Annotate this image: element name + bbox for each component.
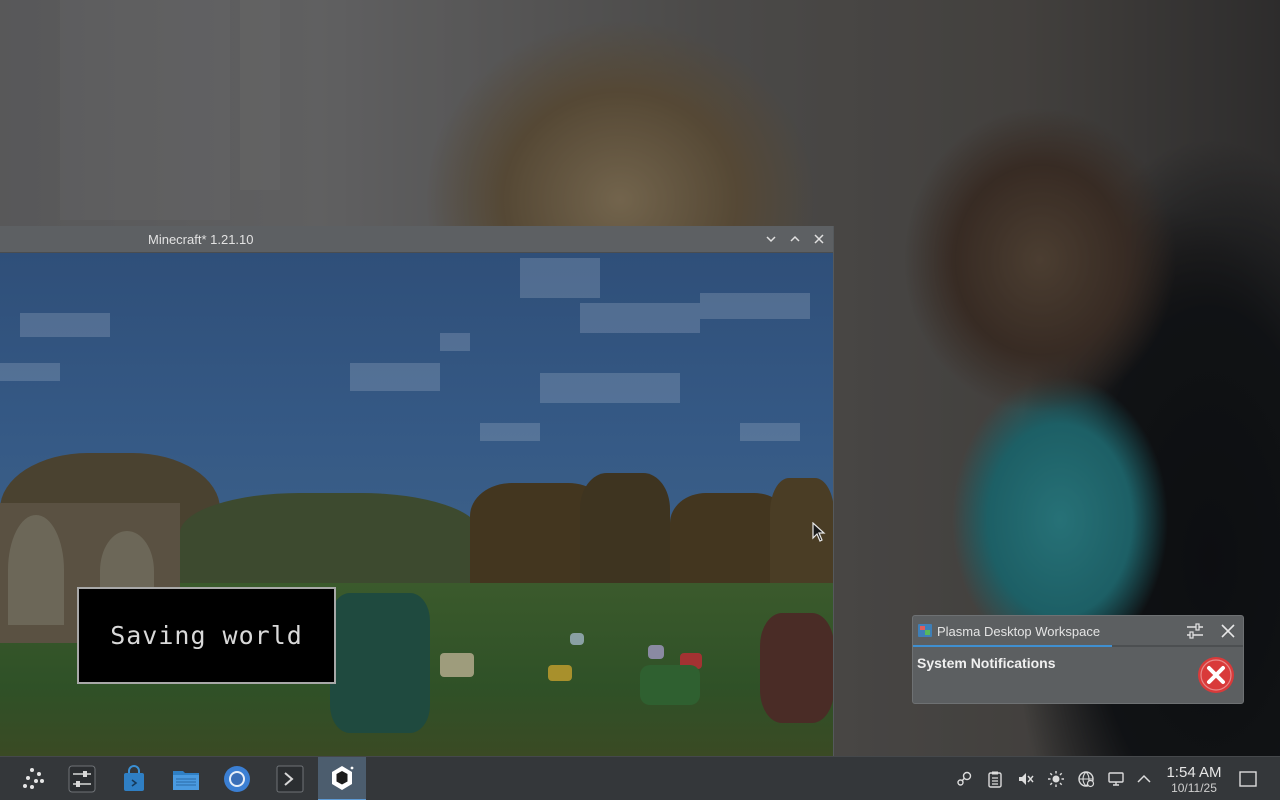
clipboard-tray-icon[interactable] xyxy=(985,769,1005,789)
volume-tray-icon[interactable] xyxy=(1016,769,1036,789)
error-icon xyxy=(1198,657,1234,693)
close-button[interactable] xyxy=(811,230,827,248)
show-desktop-icon[interactable] xyxy=(1238,769,1258,789)
web-browser-button[interactable] xyxy=(213,757,261,800)
display-tray-icon[interactable] xyxy=(1106,769,1126,789)
notification-popup[interactable]: Plasma Desktop Workspace System Notifica… xyxy=(912,615,1244,704)
minimize-button[interactable] xyxy=(763,230,779,248)
discover-store-button[interactable] xyxy=(110,757,158,800)
notification-summary: System Notifications xyxy=(917,655,1056,671)
window-titlebar[interactable]: Minecraft* 1.21.10 xyxy=(0,226,833,253)
configure-icon[interactable] xyxy=(1185,621,1205,641)
terminal-button[interactable] xyxy=(266,757,314,800)
taskbar: 1:54 AM 10/11/25 xyxy=(0,756,1280,800)
maximize-button[interactable] xyxy=(787,230,803,248)
file-manager-button[interactable] xyxy=(162,757,210,800)
notification-header: Plasma Desktop Workspace xyxy=(913,616,1243,646)
chevron-up-icon xyxy=(1137,774,1151,783)
minecraft-hexagon-icon xyxy=(332,766,354,790)
settings-sliders-icon xyxy=(68,765,96,793)
close-icon[interactable] xyxy=(1219,622,1237,640)
notification-timeout-bar xyxy=(913,645,1243,647)
clock-date: 10/11/25 xyxy=(1171,781,1217,795)
clock-time: 1:54 AM xyxy=(1166,764,1222,781)
close-icon xyxy=(814,234,824,244)
kde-launcher-icon xyxy=(23,768,44,789)
mouse-cursor-icon xyxy=(812,522,826,542)
window-title: Minecraft* 1.21.10 xyxy=(148,232,254,247)
network-tray-icon[interactable] xyxy=(1076,769,1096,789)
clipboard-icon xyxy=(988,771,1002,788)
store-bag-icon xyxy=(124,765,144,791)
display-icon xyxy=(1108,772,1124,786)
chevron-down-icon xyxy=(766,236,776,243)
folder-icon xyxy=(173,771,199,790)
brightness-tray-icon[interactable] xyxy=(1046,769,1066,789)
system-settings-button[interactable] xyxy=(58,757,106,800)
terminal-icon xyxy=(276,765,304,793)
digital-clock[interactable]: 1:54 AM 10/11/25 xyxy=(1160,764,1228,796)
brightness-icon xyxy=(1048,771,1064,787)
minecraft-task-button[interactable] xyxy=(318,757,366,800)
chevron-up-icon xyxy=(790,235,800,242)
steam-icon xyxy=(957,771,972,786)
volume-muted-icon xyxy=(1019,773,1034,785)
steam-tray-icon[interactable] xyxy=(954,769,974,789)
saving-world-dialog: Saving world xyxy=(77,587,336,684)
network-icon xyxy=(1078,771,1095,788)
notification-app-name: Plasma Desktop Workspace xyxy=(937,624,1101,639)
chromium-icon xyxy=(224,766,250,792)
application-launcher-button[interactable] xyxy=(9,757,57,800)
expand-tray-button[interactable] xyxy=(1134,769,1154,789)
plasma-app-icon xyxy=(918,624,932,637)
saving-world-text: Saving world xyxy=(110,621,303,650)
